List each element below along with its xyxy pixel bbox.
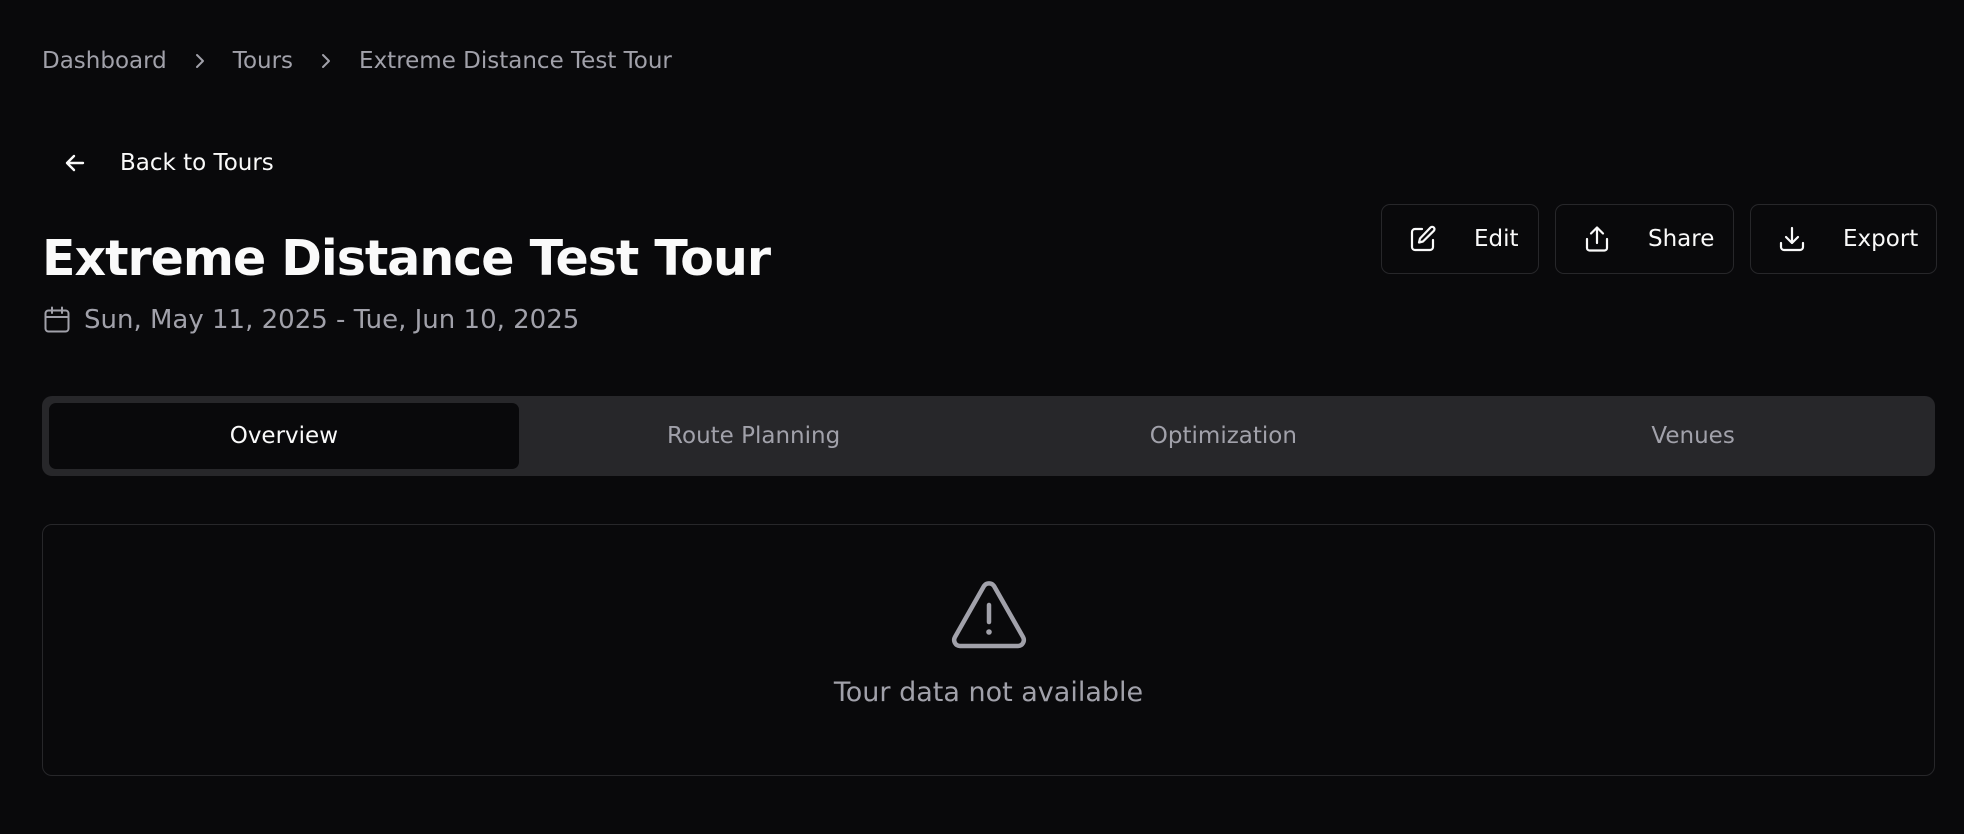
tab-venues[interactable]: Venues <box>1458 403 1928 469</box>
breadcrumb-current: Extreme Distance Test Tour <box>359 48 672 74</box>
back-to-tours-button[interactable]: Back to Tours <box>62 150 274 176</box>
breadcrumb-tours[interactable]: Tours <box>233 48 293 74</box>
chevron-right-icon <box>319 51 333 71</box>
download-icon <box>1777 224 1807 254</box>
warning-triangle-icon <box>950 579 1028 651</box>
breadcrumb-dashboard[interactable]: Dashboard <box>42 48 167 74</box>
calendar-icon <box>42 305 72 335</box>
export-button[interactable]: Export <box>1750 204 1937 274</box>
arrow-left-icon <box>62 150 88 176</box>
empty-state-card: Tour data not available <box>42 524 1935 776</box>
pencil-square-icon <box>1408 224 1438 254</box>
chevron-right-icon <box>193 51 207 71</box>
edit-label: Edit <box>1474 226 1519 252</box>
tour-actions: Edit Share Export <box>1381 204 1937 274</box>
tour-detail-page: Dashboard Tours Extreme Distance Test To… <box>0 0 1964 834</box>
page-title: Extreme Distance Test Tour <box>42 230 771 287</box>
breadcrumb: Dashboard Tours Extreme Distance Test To… <box>42 48 672 74</box>
share-button[interactable]: Share <box>1555 204 1734 274</box>
edit-button[interactable]: Edit <box>1381 204 1539 274</box>
empty-state-message: Tour data not available <box>833 677 1144 708</box>
tab-route-planning[interactable]: Route Planning <box>519 403 989 469</box>
tab-overview[interactable]: Overview <box>49 403 519 469</box>
tour-date-range: Sun, May 11, 2025 - Tue, Jun 10, 2025 <box>42 305 579 335</box>
share-label: Share <box>1648 226 1715 252</box>
date-range-text: Sun, May 11, 2025 - Tue, Jun 10, 2025 <box>84 305 580 335</box>
back-link-label: Back to Tours <box>120 150 274 176</box>
export-label: Export <box>1843 226 1919 252</box>
tab-optimization[interactable]: Optimization <box>989 403 1459 469</box>
tour-tabs: Overview Route Planning Optimization Ven… <box>42 396 1935 476</box>
share-upload-icon <box>1582 224 1612 254</box>
